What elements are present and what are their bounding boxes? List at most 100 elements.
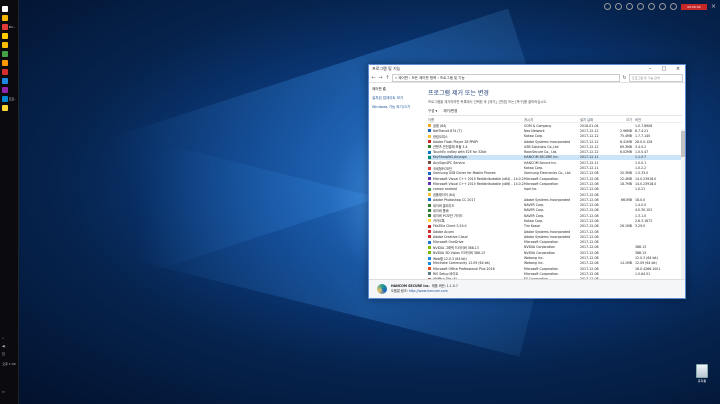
table-row[interactable]: Microsoft Visual C++ 2015 Redistributabl… xyxy=(428,181,682,186)
program-name: NVIDIA 3D Vision 드라이버 388.13 xyxy=(433,251,486,256)
back-icon[interactable]: ← xyxy=(371,75,376,81)
table-row[interactable]: 곰캠 (64) GOM & Company 2018-01-04 1.0.7.8908 xyxy=(428,123,682,128)
clock[interactable]: 오후 1:34 xyxy=(2,362,16,366)
table-row[interactable]: FileZilla Client 3.29.0 Tim Kosse 2017-12-… xyxy=(428,224,682,229)
search-input[interactable]: 프로그램 및 기능 검색 xyxy=(629,73,683,82)
input-language[interactable]: 한 xyxy=(2,352,5,356)
program-icon xyxy=(428,171,431,175)
cell-date: 2018-01-04 xyxy=(580,123,599,128)
pause-icon[interactable] xyxy=(614,3,622,10)
table-row[interactable]: Mircinate Community 12.09 (64 bit) Webang… xyxy=(428,261,682,266)
sidebar-item-home[interactable]: 제어판 홈 xyxy=(372,87,422,92)
mic-icon[interactable] xyxy=(669,3,677,10)
volume-icon[interactable]: ◀) xyxy=(2,344,5,348)
cell-version: 1.4.0.0 xyxy=(635,203,647,208)
notification-icon[interactable]: ▭ xyxy=(2,390,5,394)
program-name: Microsoft Office Professional Plus 2016 xyxy=(433,266,495,271)
close-button[interactable]: × xyxy=(671,65,685,73)
table-row[interactable]: Samsung USB Driver for Mobile Phones Sams… xyxy=(428,171,682,176)
program-icon xyxy=(428,224,431,228)
recycle-bin[interactable]: 휴지통 xyxy=(690,364,714,383)
cell-publisher: Samsung Electronics Co., Ltd. xyxy=(524,171,572,176)
pen-icon[interactable] xyxy=(636,3,644,10)
cell-version: 1.3.1.0 xyxy=(635,213,647,218)
table-row[interactable]: RIS Setup 바이트 Microsoft Corporation 2017-1… xyxy=(428,271,682,276)
cell-date: 2017-12-12 xyxy=(580,144,599,149)
cell-name: KeySharpNG-Anysign xyxy=(428,155,524,159)
column-name[interactable]: 이름 xyxy=(428,117,524,122)
cell-size: 75.4MB xyxy=(619,134,632,139)
column-publisher[interactable]: 게시자 xyxy=(524,117,580,122)
record-icon[interactable] xyxy=(603,3,611,10)
table-row[interactable]: Microsoft Visual C++ 2015 Redistributabl… xyxy=(428,176,682,181)
up-icon[interactable]: ↑ xyxy=(385,75,390,81)
program-name: 카카오톡 xyxy=(433,219,445,224)
forward-icon[interactable]: → xyxy=(378,75,383,81)
minimize-button[interactable]: – xyxy=(643,65,657,73)
capture-toolbar: 00:00:00 × xyxy=(603,2,716,11)
taskbar-app-11[interactable] xyxy=(2,103,16,113)
column-version[interactable]: 버전 xyxy=(635,117,682,122)
program-name: 네이버 PC보안 가이드 xyxy=(433,214,463,219)
cell-publisher: USB Solutions Co.,Ltd xyxy=(524,144,559,149)
settings-icon[interactable] xyxy=(647,3,655,10)
table-row[interactable]: TouchEn nxKey with E2E for 32bit RaonSecu… xyxy=(428,149,682,154)
scroll-thumb[interactable] xyxy=(681,131,685,157)
camera-icon[interactable] xyxy=(625,3,633,10)
program-icon xyxy=(428,166,431,170)
program-icon xyxy=(428,235,431,239)
cell-name: NVIDIA 그래픽 드라이버 388.13 xyxy=(428,245,524,250)
program-icon xyxy=(428,214,431,218)
cell-name: Adobe Photoshop CC 2017 xyxy=(428,198,524,202)
cell-publisher: NAVER Corp. xyxy=(524,208,545,213)
cell-date: 2017-12-08 xyxy=(580,245,599,250)
cell-date: 2017-12-12 xyxy=(580,134,599,139)
program-icon xyxy=(428,203,431,207)
sidebar-item-updates[interactable]: 설치된 업데이트 보기 xyxy=(372,96,422,101)
table-row[interactable]: 한컴오피스 Kakao Corp. 2017-12-12 75.4MB 1.7.7.14… xyxy=(428,134,682,139)
refresh-icon[interactable]: ↻ xyxy=(622,75,627,81)
vertical-scrollbar[interactable] xyxy=(681,129,685,283)
screen-icon[interactable] xyxy=(658,3,666,10)
programs-window: 프로그램 및 기능 – □ × ← → ↑ « 제어판 › 모든 제어판 항목 … xyxy=(368,64,686,299)
program-icon xyxy=(428,267,431,271)
table-row[interactable]: 국세청PC보안 Kakao Corp. 2017-12-11 1.0.2.2 xyxy=(428,165,682,171)
product-version: 1.1.0.7 xyxy=(446,284,458,288)
cell-date: 2017-12-08 xyxy=(580,266,599,271)
sidebar-item-features[interactable]: Windows 기능 켜기/끄기 xyxy=(372,105,422,110)
app-icon xyxy=(2,6,8,12)
table-row[interactable]: 카카오톡 Kakao Corp. 2017-12-08 2.6.3.1672 xyxy=(428,218,682,223)
program-name: Adobe Flash Player 28 PPAPI xyxy=(433,139,479,144)
column-header: 이름 게시자 설치 날짜 크기 버전 xyxy=(428,116,682,123)
cell-date: 2017-12-11 xyxy=(580,166,599,171)
column-date[interactable]: 설치 날짜 xyxy=(580,117,610,122)
cell-name: NetTransit 874 (T) xyxy=(428,129,524,133)
organize-button[interactable]: 구성 ▾ xyxy=(428,109,437,114)
maximize-button[interactable]: □ xyxy=(657,65,671,73)
program-icon xyxy=(428,140,431,144)
cell-version: 16.0.4266.1001 xyxy=(635,266,661,271)
program-name: 곰캠 (64) xyxy=(433,124,447,129)
title-bar[interactable]: 프로그램 및 기능 – □ × xyxy=(369,65,685,73)
table-row[interactable]: 컨텐츠 안전결제 모듈 3.4 USB Solutions Co.,Ltd 2017… xyxy=(428,144,682,149)
cell-date: 2017-12-11 xyxy=(580,155,599,160)
close-icon[interactable]: × xyxy=(711,3,716,10)
app-icon xyxy=(2,33,8,39)
table-row[interactable]: KeySharpNG-Anysign HANCOM SECURE Inc. 2017… xyxy=(428,154,682,161)
address-bar[interactable]: « 제어판 › 모든 제어판 항목 › 프로그램 및 기능 xyxy=(392,73,620,82)
support-link[interactable]: http://www.hancom.com xyxy=(409,289,448,293)
column-size[interactable]: 크기 xyxy=(610,117,635,122)
app-label: KO... xyxy=(8,25,16,29)
table-row[interactable]: Web캠 12.0.3 (64 bit) Webang Inc. 2017-12-0… xyxy=(428,255,682,261)
cell-name: 컨텐츠 안전결제 모듈 3.4 xyxy=(428,144,524,149)
cell-date: 2017-12-08 xyxy=(580,181,599,186)
cell-size: 8.41MB xyxy=(619,139,632,144)
program-name: Microsoft Visual C++ 2015 Redistributabl… xyxy=(433,181,524,186)
cell-publisher: RaonSecure Co., Ltd. xyxy=(524,150,558,155)
cell-name: 곰캠 (64) xyxy=(428,123,524,128)
uninstall-button[interactable]: 제거/변경 xyxy=(443,109,457,114)
program-name: NetTransit 874 (T) xyxy=(433,128,462,133)
network-icon[interactable]: ⌁ xyxy=(2,336,4,340)
program-name: camon android xyxy=(433,187,457,192)
program-icon xyxy=(428,219,431,223)
